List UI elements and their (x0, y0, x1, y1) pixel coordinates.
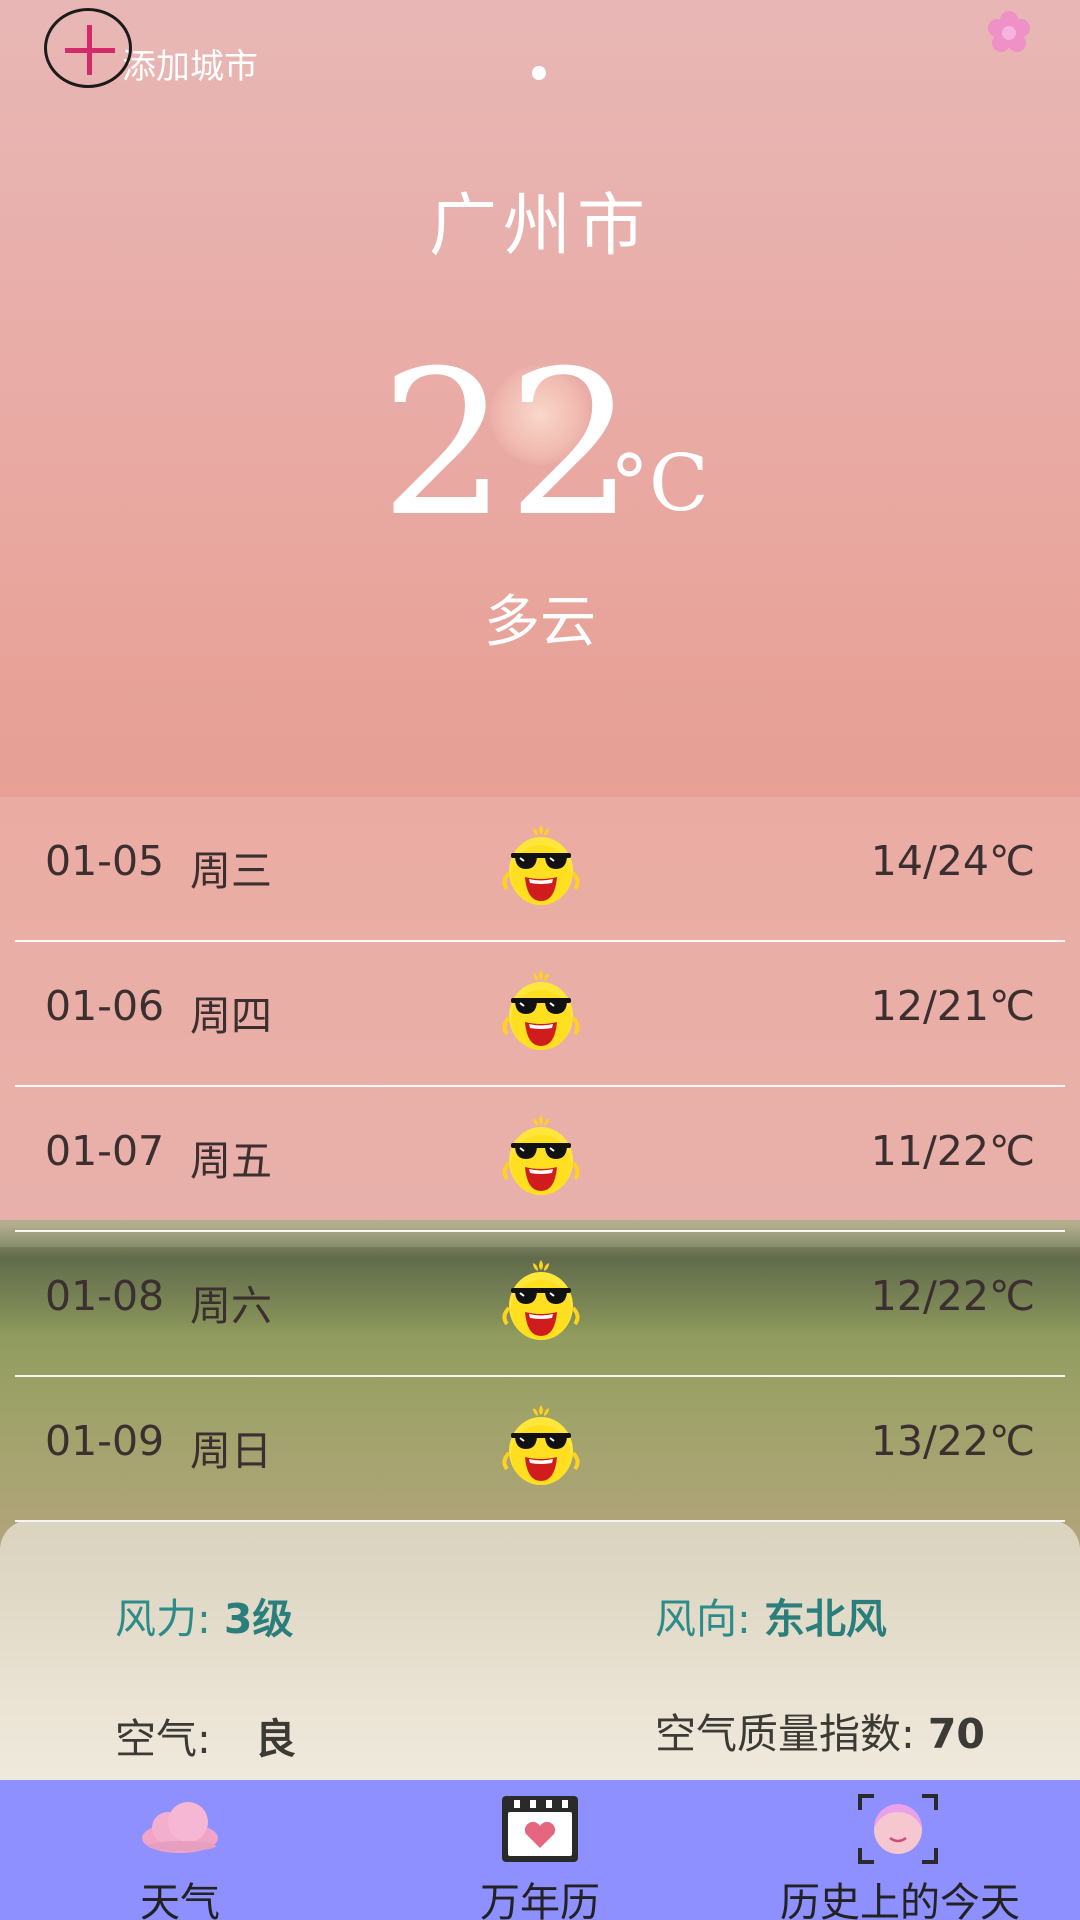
calendar-heart-icon (502, 1796, 578, 1862)
page-indicator-dot (532, 66, 546, 80)
sunglasses-sun-icon (502, 1260, 580, 1340)
air-quality-label: 空气: (115, 1715, 211, 1763)
tab-history-label: 历史上的今天 (780, 1880, 1020, 1920)
tab-calendar-label: 万年历 (480, 1880, 600, 1920)
wind-power-value: 3级 (223, 1595, 294, 1643)
forecast-date: 01-07 (45, 1127, 165, 1175)
forecast-weekday: 周日 (190, 1427, 272, 1475)
sunglasses-sun-icon (502, 970, 580, 1050)
add-city-button[interactable]: 添加城市 (44, 8, 258, 88)
forecast-date: 01-08 (45, 1272, 165, 1320)
wind-direction-label: 风向: (655, 1595, 764, 1643)
forecast-temp-range: 11/22℃ (870, 1127, 1035, 1175)
forecast-temp-range: 12/22℃ (870, 1272, 1035, 1320)
forecast-list: 01-05 周三 14/24℃ 01-06 周四 12/21℃ 01-07 周五… (0, 797, 1080, 1522)
tab-weather[interactable]: 天气 (80, 1780, 280, 1920)
forecast-row[interactable]: 01-08 周六 12/22℃ (15, 1232, 1065, 1377)
forecast-row[interactable]: 01-07 周五 11/22℃ (15, 1087, 1065, 1232)
forecast-row[interactable]: 01-06 周四 12/21℃ (15, 942, 1065, 1087)
forecast-temp-range: 13/22℃ (870, 1417, 1035, 1465)
forecast-weekday: 周五 (190, 1137, 272, 1185)
forecast-weekday: 周四 (190, 992, 272, 1040)
temperature-unit: °C (610, 439, 709, 529)
air-quality-value: 良 (254, 1715, 296, 1763)
bottom-navigation: 天气 万年历 历史上的今天 (0, 1780, 1080, 1920)
tab-calendar[interactable]: 万年历 (440, 1780, 640, 1920)
sunglasses-sun-icon (502, 1115, 580, 1195)
forecast-row[interactable]: 01-09 周日 13/22℃ (15, 1377, 1065, 1522)
wind-power-label: 风力: (115, 1595, 224, 1643)
forecast-temp-range: 12/21℃ (870, 982, 1035, 1030)
forecast-date: 01-06 (45, 982, 165, 1030)
forecast-temp-range: 14/24℃ (870, 837, 1035, 885)
settings-flower-icon[interactable] (984, 8, 1034, 58)
wind-power: 风力: 3级 (115, 1585, 293, 1645)
forecast-row[interactable]: 01-05 周三 14/24℃ (15, 797, 1065, 942)
sunglasses-sun-icon (502, 825, 580, 905)
forecast-date: 01-05 (45, 837, 165, 885)
aqi: 空气质量指数: 70 (655, 1700, 985, 1760)
tab-history[interactable]: 历史上的今天 (760, 1780, 1040, 1920)
sunglasses-sun-icon (502, 1405, 580, 1485)
current-temperature: 22 (380, 328, 635, 561)
aqi-value: 70 (927, 1710, 985, 1758)
weather-condition: 多云 (484, 590, 596, 655)
wind-direction: 风向: 东北风 (655, 1585, 887, 1645)
add-circle-icon (44, 8, 132, 88)
cloud-icon (142, 1802, 218, 1853)
add-city-label: 添加城市 (122, 46, 258, 87)
wind-direction-value: 东北风 (763, 1595, 887, 1643)
aqi-label: 空气质量指数: (655, 1710, 928, 1758)
tab-weather-label: 天气 (140, 1880, 220, 1920)
air-quality: 空气: 良 (115, 1705, 296, 1765)
forecast-weekday: 周六 (190, 1282, 272, 1330)
face-scan-icon (858, 1794, 938, 1864)
forecast-date: 01-09 (45, 1417, 165, 1465)
city-name: 广州市 (428, 187, 651, 266)
weather-details-panel: 风力: 3级 风向: 东北风 空气: 良 空气质量指数: 70 (0, 1520, 1080, 1780)
forecast-weekday: 周三 (190, 847, 272, 895)
